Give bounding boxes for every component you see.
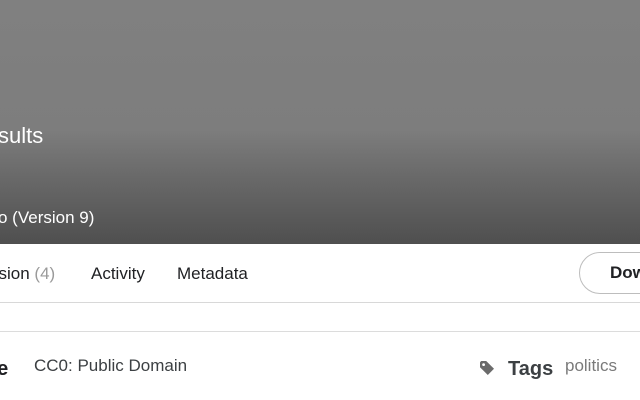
section-divider	[0, 331, 640, 332]
tab-activity[interactable]: Activity	[91, 263, 145, 285]
tab-discussion-count: (4)	[34, 264, 56, 283]
tab-discussion-label: ssion	[0, 264, 30, 283]
tag-item[interactable]: politics	[565, 355, 617, 377]
license-heading: se	[0, 358, 9, 380]
download-button[interactable]: Dow	[579, 252, 640, 294]
dataset-version-subtitle: o (Version 9)	[0, 208, 95, 227]
dataset-tab-bar: ssion (4) Activity Metadata Dow	[0, 244, 640, 303]
dataset-header-banner: sults o (Version 9)	[0, 0, 640, 244]
tags-heading: Tags	[508, 358, 554, 380]
tag-icon	[480, 361, 494, 375]
tab-metadata[interactable]: Metadata	[177, 263, 248, 285]
license-value: CC0: Public Domain	[34, 356, 188, 375]
dataset-page: sults o (Version 9) ssion (4) Activity M…	[0, 0, 640, 400]
dataset-title: sults	[0, 123, 44, 148]
tab-discussion[interactable]: ssion (4)	[0, 263, 55, 285]
